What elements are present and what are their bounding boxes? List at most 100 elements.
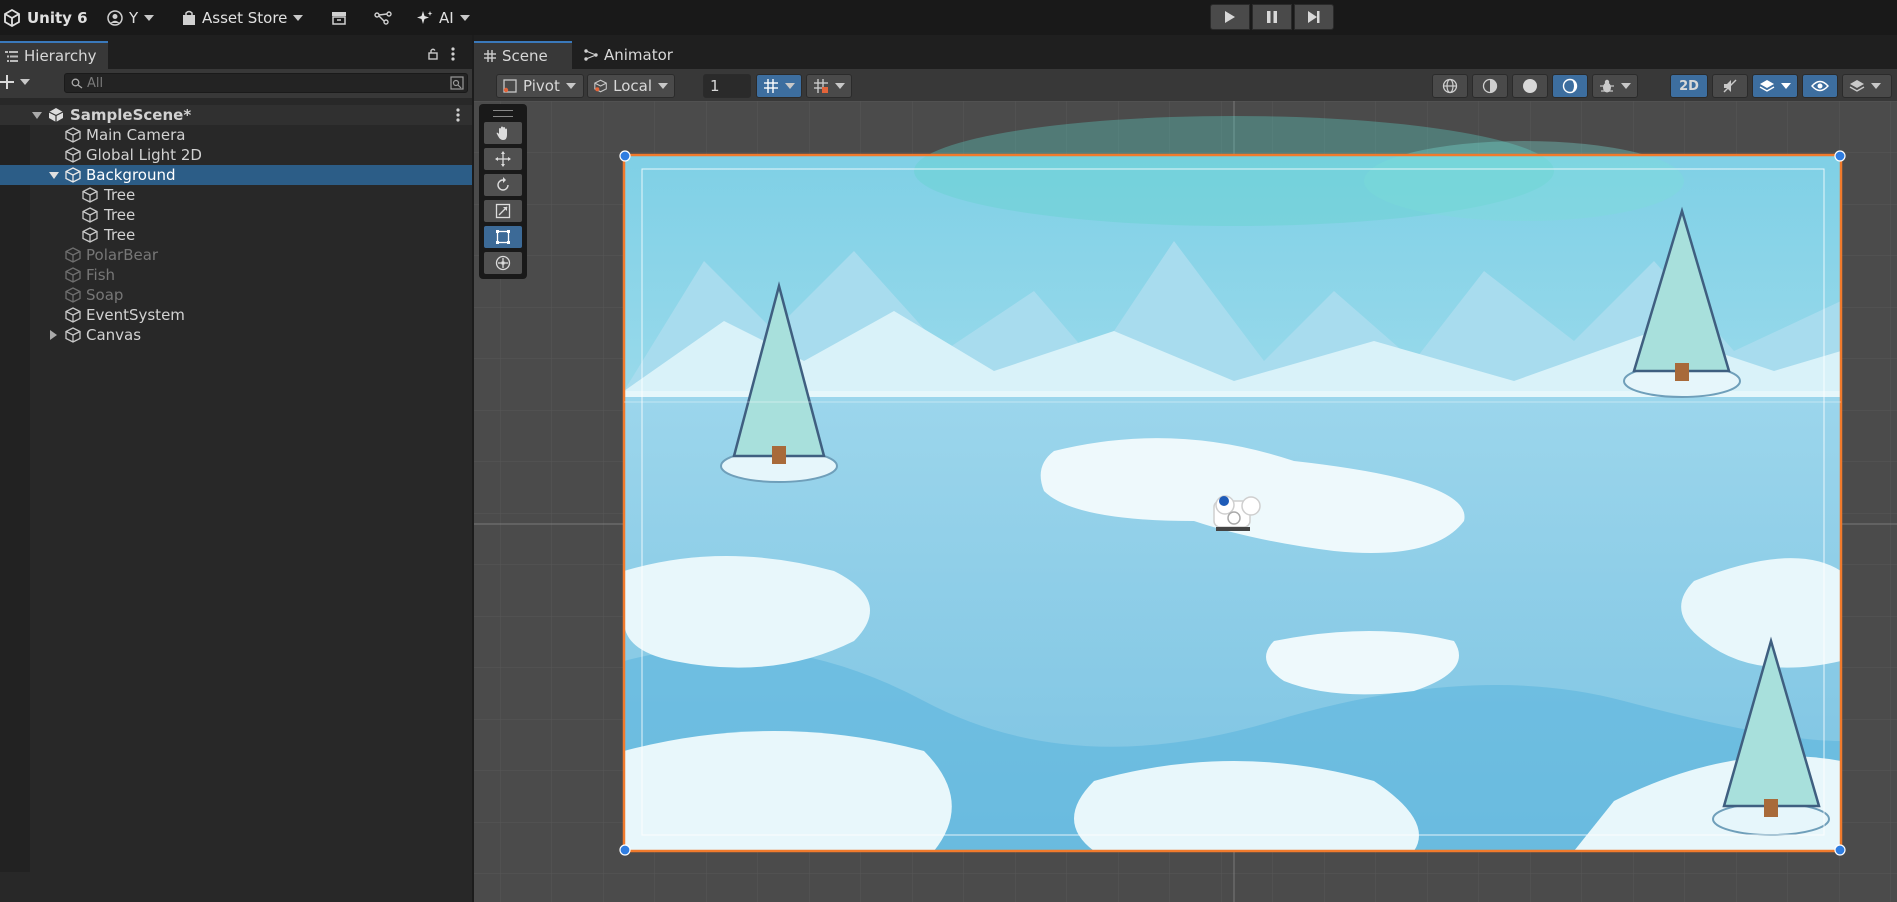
scene-tab-bar — [474, 35, 1897, 69]
hierarchy-item-tree[interactable]: Tree — [0, 185, 472, 205]
search-icon — [71, 78, 83, 89]
hierarchy-item-canvas[interactable]: Canvas — [0, 325, 472, 345]
scene-viewport[interactable] — [474, 101, 1897, 902]
hierarchy-item-fish[interactable]: Fish — [0, 265, 472, 285]
hand-icon — [496, 126, 507, 140]
search-filter-icon[interactable] — [450, 76, 464, 90]
toggle-2d-label: 2D — [1679, 78, 1699, 94]
step-button[interactable] — [1294, 4, 1334, 30]
scene-row[interactable]: SampleScene* — [0, 105, 472, 125]
version-control-button[interactable] — [374, 0, 392, 35]
hierarchy-item-label: Tree — [104, 226, 136, 244]
account-dropdown[interactable]: Y — [107, 0, 155, 35]
asset-store-dropdown[interactable]: Asset Store — [182, 0, 304, 35]
gizmos-dropdown[interactable] — [1842, 74, 1892, 98]
hierarchy-item-label: Background — [86, 166, 176, 184]
gameobject-cube-icon — [65, 307, 81, 323]
orientation-gizmo-button[interactable] — [1432, 74, 1468, 98]
scene-more-options-icon[interactable] — [456, 108, 460, 122]
pivot-dropdown[interactable]: Pivot — [496, 74, 584, 98]
muted-audio-icon — [1723, 79, 1737, 93]
foldout-expanded-icon[interactable] — [32, 112, 42, 119]
tab-animator[interactable]: Animator — [574, 41, 674, 69]
shading-shaded-button[interactable] — [1512, 74, 1548, 98]
drag-handle-icon[interactable] — [493, 110, 513, 117]
tab-hierarchy[interactable]: Hierarchy — [0, 41, 108, 69]
scene-canvas — [474, 101, 1897, 902]
hierarchy-item-label: Main Camera — [86, 126, 186, 144]
package-box-icon — [332, 11, 346, 25]
unity-logo-icon — [4, 8, 20, 27]
rotate-tool-button[interactable] — [484, 174, 522, 196]
hand-tool-button[interactable] — [484, 122, 522, 144]
hierarchy-item-main-camera[interactable]: Main Camera — [0, 125, 472, 145]
foldout-expanded-icon[interactable] — [49, 172, 59, 179]
foldout-collapsed-icon[interactable] — [50, 330, 57, 340]
hierarchy-search-input[interactable]: All — [64, 73, 468, 93]
move-tool-button[interactable] — [484, 148, 522, 170]
chevron-down-icon — [459, 14, 470, 21]
main-toolbar: Unity 6 Y Asset Store AI — [0, 0, 1897, 35]
rect-handle-top-right[interactable] — [1834, 150, 1846, 162]
app-title: Unity 6 — [27, 8, 88, 27]
pause-button[interactable] — [1252, 4, 1292, 30]
unity-menu[interactable]: Unity 6 — [3, 0, 88, 35]
rect-tool-button[interactable] — [484, 226, 522, 248]
toggle-2d-button[interactable]: 2D — [1670, 74, 1708, 98]
hierarchy-item-tree[interactable]: Tree — [0, 225, 472, 245]
audio-toggle-button[interactable] — [1712, 74, 1748, 98]
hierarchy-item-label: Tree — [104, 186, 136, 204]
more-options-icon[interactable] — [451, 47, 455, 61]
chevron-down-icon — [1781, 83, 1791, 89]
chevron-down-icon — [785, 83, 795, 89]
animator-icon — [584, 49, 598, 61]
grid-visibility-dropdown[interactable] — [756, 74, 802, 98]
hierarchy-item-polarbear[interactable]: PolarBear — [0, 245, 472, 265]
rect-handle-top-left[interactable] — [619, 150, 631, 162]
gameobject-cube-icon — [65, 247, 81, 263]
grid-snap-value: 1 — [710, 77, 720, 95]
gameobject-cube-icon — [82, 187, 98, 203]
hierarchy-panel: Hierarchy All SampleScene* Main Camera G… — [0, 35, 474, 902]
hierarchy-item-tree[interactable]: Tree — [0, 205, 472, 225]
hierarchy-item-soap[interactable]: Soap — [0, 285, 472, 305]
scene-visibility-button[interactable] — [1802, 74, 1838, 98]
scale-tool-button[interactable] — [484, 200, 522, 222]
shading-unlit-button[interactable] — [1552, 74, 1588, 98]
create-dropdown[interactable] — [0, 75, 30, 89]
chevron-down-icon — [293, 14, 304, 21]
effects-dropdown[interactable] — [1752, 74, 1798, 98]
scene-name: SampleScene* — [70, 106, 192, 124]
grid-snap-input[interactable]: 1 — [703, 74, 751, 98]
grid-snapping-dropdown[interactable] — [806, 74, 852, 98]
hierarchy-item-global-light-2d[interactable]: Global Light 2D — [0, 145, 472, 165]
rect-handle-bottom-right[interactable] — [1834, 844, 1846, 856]
tab-scene[interactable]: Scene — [474, 41, 572, 69]
local-cube-icon — [594, 79, 607, 93]
package-manager-button[interactable] — [331, 0, 347, 35]
gameobject-cube-icon — [65, 287, 81, 303]
shading-wireframe-button[interactable] — [1472, 74, 1508, 98]
debug-draw-mode-dropdown[interactable] — [1592, 74, 1638, 98]
ai-dropdown[interactable]: AI — [417, 0, 470, 35]
play-button[interactable] — [1210, 4, 1250, 30]
rect-handle-bottom-left[interactable] — [619, 844, 631, 856]
chevron-down-icon — [1621, 83, 1631, 89]
hierarchy-item-background[interactable]: Background — [0, 165, 472, 185]
hierarchy-item-label: Global Light 2D — [86, 146, 202, 164]
background-sprite[interactable] — [624, 116, 1841, 851]
local-dropdown[interactable]: Local — [587, 74, 675, 98]
tool-palette — [479, 104, 527, 279]
ai-label: AI — [439, 8, 454, 27]
tab-scene-label: Scene — [502, 47, 548, 65]
version-control-icon — [374, 10, 392, 25]
play-icon — [1225, 11, 1235, 23]
lock-icon[interactable] — [428, 47, 438, 60]
shaded-sphere-icon — [1523, 79, 1537, 93]
asset-store-label: Asset Store — [202, 8, 288, 27]
transform-tool-button[interactable] — [484, 252, 522, 274]
hierarchy-item-eventsystem[interactable]: EventSystem — [0, 305, 472, 325]
rect-transform-icon — [496, 230, 510, 244]
hierarchy-item-label: Canvas — [86, 326, 142, 344]
gameobject-cube-icon — [82, 227, 98, 243]
